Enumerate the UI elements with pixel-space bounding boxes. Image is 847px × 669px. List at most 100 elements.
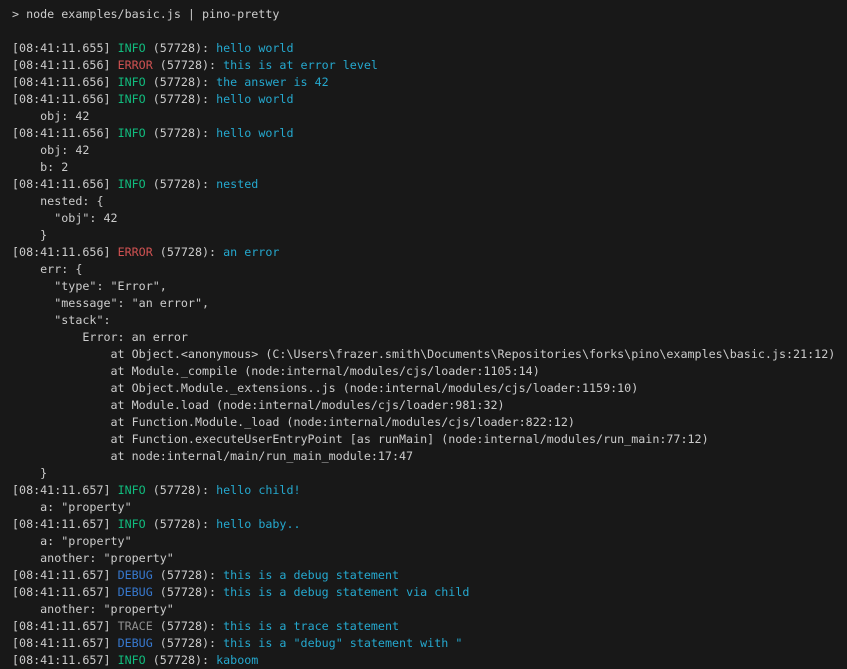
log-message: kaboom — [216, 653, 258, 667]
log-pid: (57728): — [146, 517, 216, 531]
log-property: a: "property" — [12, 534, 132, 548]
log-pid: (57728): — [153, 636, 223, 650]
log-level: INFO — [118, 177, 146, 191]
log-line: [08:41:11.655] INFO (57728): hello world — [12, 40, 847, 57]
log-command: > node examples/basic.js | pino-pretty — [12, 7, 279, 21]
log-line: [08:41:11.657] DEBUG (57728): this is a … — [12, 635, 847, 652]
log-line: [08:41:11.656] ERROR (57728): this is at… — [12, 57, 847, 74]
log-line: b: 2 — [12, 159, 847, 176]
log-line: another: "property" — [12, 601, 847, 618]
log-timestamp: [08:41:11.656] — [12, 126, 118, 140]
log-line: at Function.executeUserEntryPoint [as ru… — [12, 431, 847, 448]
log-message: this is a "debug" statement with " — [223, 636, 462, 650]
log-line: [08:41:11.657] DEBUG (57728): this is a … — [12, 567, 847, 584]
log-timestamp: [08:41:11.657] — [12, 653, 118, 667]
log-pid: (57728): — [146, 126, 216, 140]
log-property: another: "property" — [12, 551, 174, 565]
terminal-output: > node examples/basic.js | pino-pretty [0… — [0, 0, 847, 669]
log-message: nested — [216, 177, 258, 191]
log-line: [08:41:11.657] INFO (57728): hello baby.… — [12, 516, 847, 533]
log-stack-line: at node:internal/main/run_main_module:17… — [12, 449, 413, 463]
log-line: } — [12, 227, 847, 244]
log-level: INFO — [118, 126, 146, 140]
log-timestamp: [08:41:11.656] — [12, 245, 118, 259]
log-timestamp: [08:41:11.656] — [12, 58, 118, 72]
log-timestamp: [08:41:11.656] — [12, 92, 118, 106]
log-line: "stack": — [12, 312, 847, 329]
log-level: DEBUG — [118, 568, 153, 582]
log-line: err: { — [12, 261, 847, 278]
log-level: TRACE — [118, 619, 153, 633]
log-line: a: "property" — [12, 499, 847, 516]
log-level: ERROR — [118, 58, 153, 72]
log-message: the answer is 42 — [216, 75, 329, 89]
log-line: } — [12, 465, 847, 482]
log-stack-line: at Function.Module._load (node:internal/… — [12, 415, 575, 429]
log-timestamp: [08:41:11.656] — [12, 75, 118, 89]
log-timestamp: [08:41:11.657] — [12, 517, 118, 531]
log-message: hello world — [216, 92, 293, 106]
log-property: another: "property" — [12, 602, 174, 616]
log-timestamp: [08:41:11.655] — [12, 41, 118, 55]
log-property: b: 2 — [12, 160, 68, 174]
log-level: DEBUG — [118, 636, 153, 650]
log-message: hello baby.. — [216, 517, 300, 531]
log-level: ERROR — [118, 245, 153, 259]
log-line: obj: 42 — [12, 108, 847, 125]
log-line: [08:41:11.657] INFO (57728): kaboom — [12, 652, 847, 669]
log-property: } — [12, 228, 47, 242]
log-property: "stack": — [12, 313, 111, 327]
log-line: [08:41:11.656] INFO (57728): hello world — [12, 125, 847, 142]
log-line: [08:41:11.657] INFO (57728): hello child… — [12, 482, 847, 499]
log-line: "type": "Error", — [12, 278, 847, 295]
log-line: "obj": 42 — [12, 210, 847, 227]
log-line: at Function.Module._load (node:internal/… — [12, 414, 847, 431]
log-line: at Object.<anonymous> (C:\Users\frazer.s… — [12, 346, 847, 363]
log-line: obj: 42 — [12, 142, 847, 159]
log-pid: (57728): — [153, 619, 223, 633]
log-line: nested: { — [12, 193, 847, 210]
log-property: "type": "Error", — [12, 279, 167, 293]
log-pid: (57728): — [153, 245, 223, 259]
log-line: at Module.load (node:internal/modules/cj… — [12, 397, 847, 414]
log-message: this is at error level — [223, 58, 378, 72]
log-stack-line: Error: an error — [12, 330, 188, 344]
log-stack-line: at Function.executeUserEntryPoint [as ru… — [12, 432, 709, 446]
log-pid: (57728): — [146, 75, 216, 89]
log-timestamp: [08:41:11.657] — [12, 619, 118, 633]
log-message: this is a debug statement — [223, 568, 399, 582]
log-line: at node:internal/main/run_main_module:17… — [12, 448, 847, 465]
log-property: } — [12, 466, 47, 480]
log-level: INFO — [118, 41, 146, 55]
log-stack-line: at Object.Module._extensions..js (node:i… — [12, 381, 638, 395]
log-level: INFO — [118, 75, 146, 89]
log-stack-line: at Object.<anonymous> (C:\Users\frazer.s… — [12, 347, 835, 361]
log-line: [08:41:11.657] TRACE (57728): this is a … — [12, 618, 847, 635]
log-line: Error: an error — [12, 329, 847, 346]
log-message: this is a debug statement via child — [223, 585, 469, 599]
log-line: [08:41:11.656] INFO (57728): the answer … — [12, 74, 847, 91]
log-property: a: "property" — [12, 500, 132, 514]
log-level: DEBUG — [118, 585, 153, 599]
log-stack-line: at Module._compile (node:internal/module… — [12, 364, 540, 378]
log-pid: (57728): — [146, 653, 216, 667]
log-level: INFO — [118, 92, 146, 106]
log-message: an error — [223, 245, 279, 259]
log-message: this is a trace statement — [223, 619, 399, 633]
log-line: at Object.Module._extensions..js (node:i… — [12, 380, 847, 397]
log-line: > node examples/basic.js | pino-pretty — [12, 6, 847, 23]
log-pid: (57728): — [153, 58, 223, 72]
log-line: a: "property" — [12, 533, 847, 550]
log-pid: (57728): — [153, 568, 223, 582]
log-property: "message": "an error", — [12, 296, 209, 310]
log-pid: (57728): — [146, 483, 216, 497]
log-stack-line: at Module.load (node:internal/modules/cj… — [12, 398, 505, 412]
log-property: nested: { — [12, 194, 103, 208]
log-timestamp: [08:41:11.657] — [12, 568, 118, 582]
log-property: obj: 42 — [12, 143, 89, 157]
log-level: INFO — [118, 517, 146, 531]
log-line: [08:41:11.657] DEBUG (57728): this is a … — [12, 584, 847, 601]
log-line: at Module._compile (node:internal/module… — [12, 363, 847, 380]
log-pid: (57728): — [146, 41, 216, 55]
log-pid: (57728): — [146, 177, 216, 191]
